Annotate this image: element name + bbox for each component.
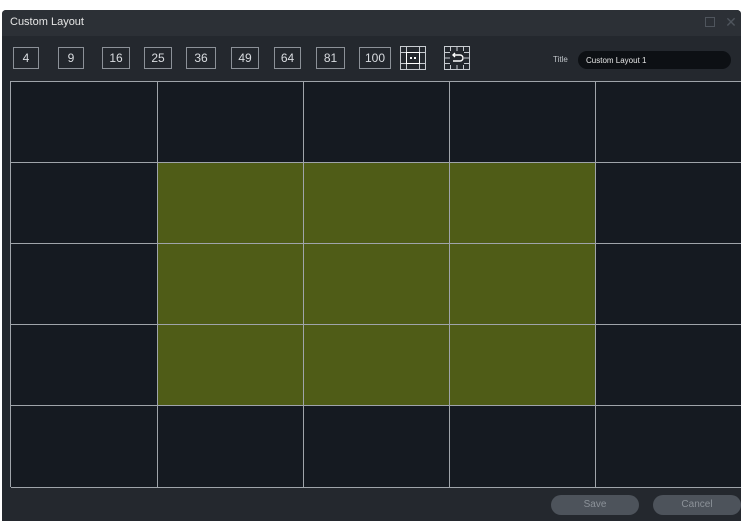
custom-layout-window: Custom Layout ✕ 4 9 16 25 36 49 64 81 10… — [2, 10, 741, 521]
grid-cell-selected[interactable] — [304, 163, 450, 244]
grid-cell[interactable] — [450, 406, 596, 488]
preset-81-button[interactable]: 81 — [316, 47, 345, 69]
grid-cell-selected[interactable] — [158, 325, 304, 406]
grid-cell[interactable] — [158, 406, 304, 488]
grid-cell[interactable] — [11, 244, 158, 325]
save-button[interactable]: Save — [551, 495, 639, 515]
preset-49-button[interactable]: 49 — [231, 47, 259, 69]
grid-cell[interactable] — [596, 82, 741, 163]
title-label: Title — [553, 55, 568, 64]
preset-9-button[interactable]: 9 — [58, 47, 84, 69]
grid-cell[interactable] — [158, 82, 304, 163]
grid-cell[interactable] — [11, 325, 158, 406]
title-bar: Custom Layout ✕ — [2, 10, 741, 36]
preset-36-button[interactable]: 36 — [186, 47, 216, 69]
grid-cell[interactable] — [596, 163, 741, 244]
grid-cell[interactable] — [596, 406, 741, 488]
grid-cell[interactable] — [11, 82, 158, 163]
grid-cell-selected[interactable] — [450, 325, 596, 406]
grid-cell[interactable] — [304, 406, 450, 488]
toolbar: 4 9 16 25 36 49 64 81 100 Title Custom L… — [2, 36, 741, 80]
preset-64-button[interactable]: 64 — [274, 47, 301, 69]
grid-cell[interactable] — [304, 82, 450, 163]
grid-cell-selected[interactable] — [158, 244, 304, 325]
layout-grid[interactable] — [10, 81, 741, 488]
cancel-button[interactable]: Cancel — [653, 495, 741, 515]
grid-cell[interactable] — [11, 163, 158, 244]
undo-split-icon[interactable] — [444, 46, 470, 70]
maximize-icon[interactable] — [703, 15, 717, 29]
grid-cell[interactable] — [450, 82, 596, 163]
grid-cell-selected[interactable] — [304, 325, 450, 406]
window-title: Custom Layout — [10, 16, 84, 28]
grid-cell-selected[interactable] — [304, 244, 450, 325]
title-input[interactable] — [578, 51, 731, 69]
grid-cell[interactable] — [11, 406, 158, 488]
grid-cell[interactable] — [596, 244, 741, 325]
grid-cell-selected[interactable] — [450, 244, 596, 325]
grid-cell[interactable] — [596, 325, 741, 406]
merge-cells-icon[interactable] — [400, 46, 426, 70]
close-icon[interactable]: ✕ — [724, 15, 738, 29]
preset-25-button[interactable]: 25 — [144, 47, 172, 69]
grid-cell-selected[interactable] — [158, 163, 304, 244]
preset-4-button[interactable]: 4 — [13, 47, 39, 69]
preset-16-button[interactable]: 16 — [102, 47, 130, 69]
grid-cell-selected[interactable] — [450, 163, 596, 244]
preset-100-button[interactable]: 100 — [359, 47, 391, 69]
